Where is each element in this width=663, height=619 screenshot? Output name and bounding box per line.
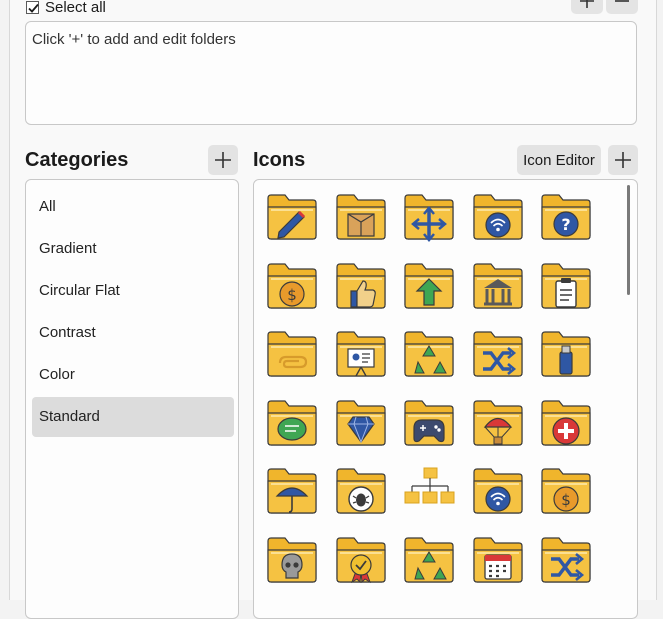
category-item-standard[interactable]: Standard (32, 397, 234, 437)
clipboard-folder-icon[interactable] (539, 261, 593, 311)
icons-scrollbar[interactable] (627, 185, 630, 295)
icons-title: Icons (253, 149, 306, 171)
calendar-folder-icon[interactable] (471, 535, 525, 585)
diamond-folder-icon[interactable] (334, 398, 388, 448)
question-folder-icon[interactable]: ? (539, 192, 593, 242)
add-category-button[interactable] (208, 145, 238, 175)
usb-folder-icon[interactable] (539, 329, 593, 379)
icon-editor-button[interactable]: Icon Editor (517, 145, 601, 175)
plus-icon (580, 0, 594, 8)
upload-folder-icon[interactable] (402, 261, 456, 311)
category-item-contrast[interactable]: Contrast (32, 313, 234, 353)
parachute-folder-icon[interactable] (471, 398, 525, 448)
chat-folder-icon[interactable] (265, 398, 319, 448)
dollar-folder-icon[interactable]: $ (265, 261, 319, 311)
thumbs-up-folder-icon[interactable] (334, 261, 388, 311)
recycle-folder-icon[interactable] (402, 329, 456, 379)
shuffle-folder-icon[interactable] (539, 535, 593, 585)
select-all-checkbox[interactable]: Select all (26, 0, 106, 16)
folders-list[interactable]: Click '+' to add and edit folders (25, 21, 637, 125)
pencil-folder-icon[interactable] (265, 192, 319, 242)
minus-icon (615, 0, 629, 2)
dollar-folder-icon[interactable]: $ (539, 466, 593, 516)
bug-folder-icon[interactable] (334, 466, 388, 516)
box-folder-icon[interactable] (334, 192, 388, 242)
categories-title: Categories (25, 149, 129, 171)
wifi-folder-icon[interactable] (471, 192, 525, 242)
paperclip-folder-icon[interactable] (265, 329, 319, 379)
checkmark-icon (28, 3, 39, 13)
move-arrows-folder-icon[interactable] (402, 192, 456, 242)
umbrella-folder-icon[interactable] (265, 466, 319, 516)
bank-folder-icon[interactable] (471, 261, 525, 311)
shuffle-folder-icon[interactable] (471, 329, 525, 379)
add-folder-button[interactable] (571, 0, 603, 14)
category-item-circular-flat[interactable]: Circular Flat (32, 271, 234, 311)
select-all-label: Select all (45, 0, 106, 16)
folders-placeholder: Click '+' to add and edit folders (32, 31, 236, 48)
checkbox-box[interactable] (26, 0, 39, 14)
categories-list[interactable]: All Gradient Circular Flat Contrast Colo… (25, 179, 239, 619)
svg-text:$: $ (561, 491, 571, 509)
presentation-folder-icon[interactable] (334, 329, 388, 379)
remove-folder-button[interactable] (606, 0, 638, 14)
wifi-folder-icon[interactable] (471, 466, 525, 516)
gamepad-folder-icon[interactable] (402, 398, 456, 448)
plus-icon (615, 152, 631, 168)
category-item-all[interactable]: All (32, 187, 234, 227)
plus-icon (215, 152, 231, 168)
network-folder-icon[interactable] (402, 466, 456, 516)
svg-text:?: ? (561, 215, 570, 234)
skull-folder-icon[interactable] (265, 535, 319, 585)
medical-cross-folder-icon[interactable] (539, 398, 593, 448)
add-icon-button[interactable] (608, 145, 638, 175)
category-item-color[interactable]: Color (32, 355, 234, 395)
award-folder-icon[interactable] (334, 535, 388, 585)
svg-text:$: $ (287, 286, 297, 304)
category-item-gradient[interactable]: Gradient (32, 229, 234, 269)
recycle-folder-icon[interactable] (402, 535, 456, 585)
